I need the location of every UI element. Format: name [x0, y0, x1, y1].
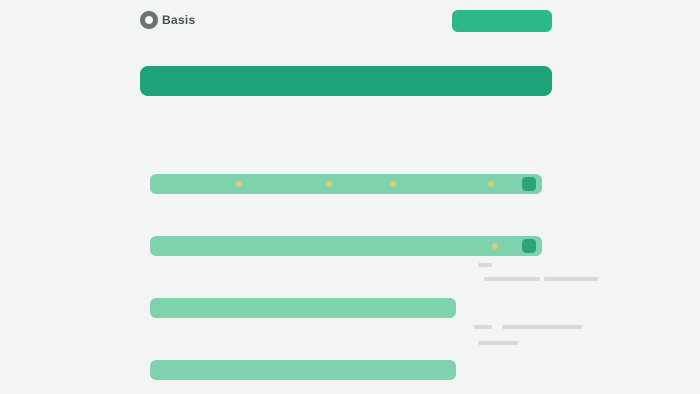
- marker-dot: [236, 181, 242, 187]
- side-line: [484, 277, 540, 281]
- side-line: [478, 341, 518, 345]
- marker-dot: [492, 243, 498, 249]
- header-cta-button[interactable]: [452, 10, 552, 32]
- side-line: [474, 325, 492, 329]
- header: Basis: [140, 8, 552, 34]
- banner: [140, 66, 552, 96]
- progress-fill: [150, 360, 456, 380]
- progress-handle[interactable]: [522, 177, 536, 191]
- logo-icon: [140, 11, 158, 29]
- progress-row: [150, 346, 545, 394]
- marker-dot: [390, 181, 396, 187]
- marker-dot: [488, 181, 494, 187]
- side-line: [544, 277, 598, 281]
- progress-fill: [150, 174, 542, 194]
- side-line: [478, 263, 492, 267]
- side-panel-lines: [478, 263, 600, 295]
- logo[interactable]: Basis: [140, 11, 196, 29]
- progress-track[interactable]: [150, 298, 456, 318]
- progress-handle[interactable]: [522, 239, 536, 253]
- progress-track[interactable]: [150, 174, 542, 194]
- logo-text: Basis: [162, 13, 196, 27]
- progress-fill: [150, 236, 542, 256]
- side-panel-lines-lower: [474, 325, 584, 347]
- progress-track[interactable]: [150, 236, 542, 256]
- marker-dot: [326, 181, 332, 187]
- progress-fill: [150, 298, 456, 318]
- progress-row: [150, 160, 545, 222]
- progress-track[interactable]: [150, 360, 456, 380]
- side-line: [502, 325, 582, 329]
